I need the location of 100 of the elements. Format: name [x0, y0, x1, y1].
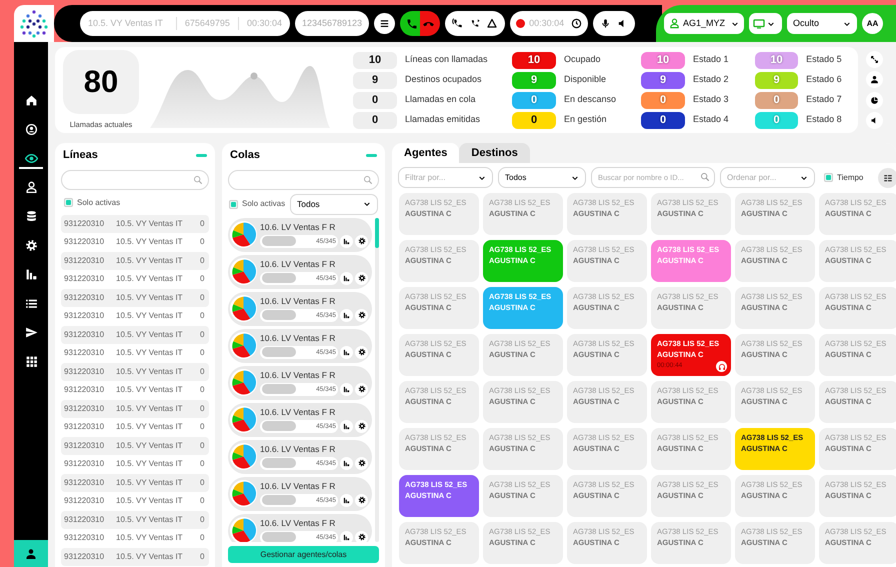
- sort-dropdown[interactable]: Ordenar por...: [720, 167, 815, 188]
- search-icon: [363, 174, 373, 184]
- settings-button[interactable]: [355, 456, 368, 470]
- stats-button[interactable]: [340, 494, 353, 507]
- panel-title: Líneas: [63, 148, 98, 163]
- checkbox[interactable]: [229, 200, 238, 208]
- checkbox-label: Tiempo: [837, 172, 864, 184]
- side-tool-button[interactable]: [866, 112, 882, 130]
- queue-name: 10.6. LV Ventas F R: [260, 221, 336, 234]
- checkbox[interactable]: [64, 198, 73, 207]
- user-icon: [24, 181, 38, 194]
- stat-label: Llamadas emitidas: [405, 113, 482, 126]
- side-tool-button[interactable]: [866, 50, 882, 68]
- manage-button[interactable]: Gestionar agentes/colas: [228, 546, 379, 563]
- pie-chart-icon: [230, 480, 257, 507]
- queue-name: 10.6. LV Ventas F R: [260, 369, 336, 382]
- line-row[interactable]: 931220310 10.5. VY Ventas IT 0: [61, 326, 209, 344]
- current-calls-count: 80: [63, 50, 139, 114]
- queue-filter-dropdown[interactable]: Todos: [290, 194, 378, 214]
- line-row[interactable]: 931220310 10.5. VY Ventas IT 0: [61, 400, 209, 418]
- settings-icon: [358, 348, 366, 356]
- user-icon: [870, 75, 878, 84]
- settings-button[interactable]: [355, 494, 368, 507]
- settings-button[interactable]: [355, 530, 368, 542]
- stat-label: Estado 6: [806, 73, 843, 86]
- line-row[interactable]: 931220310 10.5. VY Ventas IT 0: [61, 233, 209, 252]
- line-row[interactable]: 931220310 10.5. VY Ventas IT 0: [61, 436, 209, 455]
- stats-button[interactable]: [340, 346, 353, 359]
- menu-icon: [379, 18, 390, 29]
- line-row[interactable]: 931220310 10.5. VY Ventas IT 0: [61, 362, 209, 381]
- stats-button[interactable]: [340, 272, 353, 285]
- stat-label: Estado 4: [693, 113, 730, 126]
- avatar[interactable]: AA: [862, 13, 883, 34]
- line-row[interactable]: 931220310 10.5. VY Ventas IT 0: [61, 455, 209, 474]
- call-info-text: 00:30:04: [238, 16, 282, 30]
- line-row[interactable]: 931220310 10.5. VY Ventas IT 0: [61, 344, 209, 362]
- filter-dropdown[interactable]: Filtrar por...: [398, 167, 493, 188]
- menu-button[interactable]: [374, 13, 396, 34]
- expand-icon: [870, 54, 878, 64]
- line-row[interactable]: 931220310 10.5. VY Ventas IT 0: [61, 492, 209, 510]
- stats-button[interactable]: [340, 234, 353, 248]
- pie-chart-icon: [230, 406, 257, 433]
- view-toggle-button[interactable]: [878, 168, 896, 188]
- settings-button[interactable]: [355, 382, 368, 396]
- pie-chart-icon: [230, 369, 257, 396]
- line-row[interactable]: 931220310 10.5. VY Ventas IT 0: [61, 474, 209, 492]
- stats-button[interactable]: [340, 456, 353, 470]
- stat-label: Líneas con llamadas: [405, 53, 489, 66]
- line-row[interactable]: 931220310 10.5. VY Ventas IT 0: [61, 252, 209, 270]
- settings-button[interactable]: [355, 272, 368, 285]
- stats-button[interactable]: [340, 308, 353, 322]
- stats-button[interactable]: [340, 382, 353, 396]
- stat-label: Estado 3: [693, 93, 730, 106]
- tab[interactable]: Destinos: [459, 143, 530, 163]
- line-row[interactable]: 931220310 10.5. VY Ventas IT 0: [61, 270, 209, 288]
- pie-chart-icon: [230, 258, 257, 285]
- stats-button[interactable]: [340, 420, 353, 433]
- search-field[interactable]: [228, 170, 379, 190]
- stat-label: Estado 8: [806, 113, 843, 126]
- count-badge: 0: [353, 92, 397, 108]
- stat-label: Ocupado: [564, 53, 602, 66]
- stat-label: Estado 5: [806, 53, 843, 66]
- settings-icon: [358, 496, 366, 504]
- line-row[interactable]: 931220310 10.5. VY Ventas IT 0: [61, 548, 209, 566]
- bar-chart-icon: [343, 496, 350, 504]
- count-badge: 0: [512, 92, 556, 108]
- hang-up-button[interactable]: [420, 11, 440, 36]
- side-tool-button[interactable]: [866, 92, 882, 109]
- account-button[interactable]: [14, 540, 48, 567]
- settings-button[interactable]: [355, 346, 368, 359]
- search-icon: [193, 174, 203, 184]
- queue-name: 10.6. LV Ventas F R: [260, 258, 336, 271]
- line-row[interactable]: 931220310 10.5. VY Ventas IT 0: [61, 418, 209, 436]
- tab[interactable]: Agentes: [392, 143, 460, 163]
- bar-chart-icon: [343, 238, 350, 245]
- user-dropdown[interactable]: AG1_MYZ: [664, 13, 744, 34]
- settings-button[interactable]: [355, 420, 368, 433]
- screen-dropdown[interactable]: [749, 13, 782, 34]
- line-row[interactable]: 931220310 10.5. VY Ventas IT 0: [61, 529, 209, 548]
- call-button[interactable]: [400, 11, 420, 36]
- clock-icon: [571, 18, 582, 29]
- phone-icon: [406, 18, 418, 30]
- checkbox[interactable]: [824, 173, 833, 182]
- record-time: 00:30:04: [529, 16, 566, 30]
- line-row[interactable]: 931220310 10.5. VY Ventas IT 0: [61, 288, 209, 307]
- settings-icon: [358, 237, 366, 246]
- line-row[interactable]: 931220310 10.5. VY Ventas IT 0: [61, 307, 209, 326]
- side-tool-button[interactable]: [866, 71, 882, 88]
- line-row[interactable]: 931220310 10.5. VY Ventas IT 0: [61, 381, 209, 400]
- line-row[interactable]: 931220310 10.5. VY Ventas IT 0: [61, 510, 209, 529]
- line-row[interactable]: 931220310 10.5. VY Ventas IT 0: [61, 214, 209, 233]
- chevron-icon: [363, 200, 371, 208]
- settings-icon: [358, 533, 366, 542]
- visibility-dropdown[interactable]: Oculto: [787, 13, 857, 34]
- phone-number-field[interactable]: 123456789123: [295, 11, 370, 36]
- search-field[interactable]: [61, 170, 209, 190]
- stats-button[interactable]: [340, 530, 353, 542]
- settings-button[interactable]: [355, 234, 368, 248]
- group-dropdown[interactable]: Todos: [498, 167, 586, 188]
- settings-button[interactable]: [355, 308, 368, 322]
